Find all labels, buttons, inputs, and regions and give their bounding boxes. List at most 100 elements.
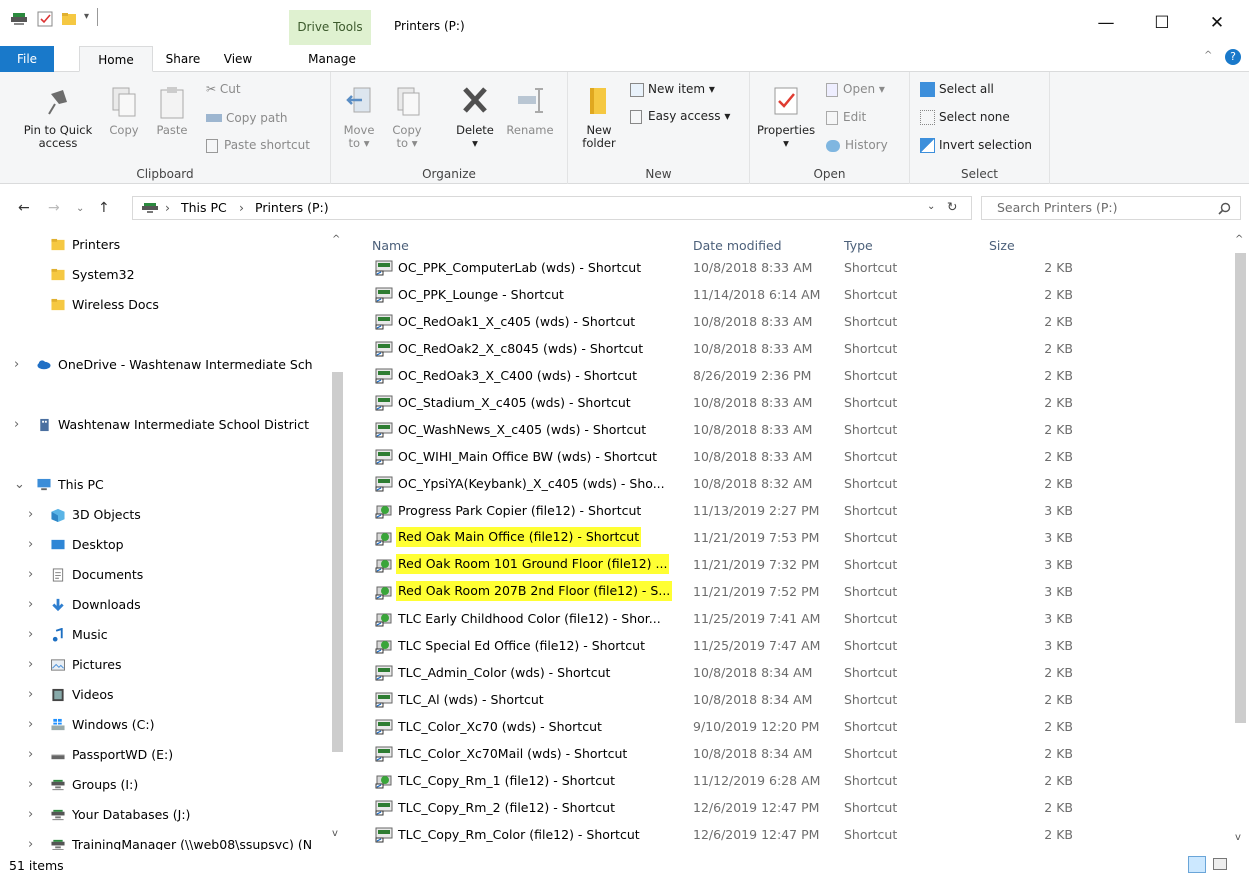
file-row[interactable]: OC_RedOak1_X_c405 (wds) - Shortcut 10/8/2… bbox=[345, 308, 1225, 335]
chevron-right-icon[interactable]: › bbox=[28, 800, 33, 830]
chevron-right-icon[interactable]: › bbox=[14, 410, 19, 440]
copy-button[interactable]: Copy bbox=[104, 84, 144, 137]
refresh-icon[interactable]: ↻ bbox=[947, 199, 957, 214]
file-row[interactable]: OC_Stadium_X_c405 (wds) - Shortcut 10/8/2… bbox=[345, 389, 1225, 416]
nav-item[interactable]: › Washtenaw Intermediate School District bbox=[0, 410, 342, 440]
paste-button[interactable]: Paste bbox=[150, 84, 194, 137]
chevron-right-icon[interactable]: › bbox=[28, 560, 33, 590]
nav-item[interactable]: Printers bbox=[0, 230, 342, 260]
file-row[interactable]: OC_PPK_ComputerLab (wds) - Shortcut 10/8/… bbox=[345, 254, 1225, 281]
nav-item[interactable]: ⌄ This PC bbox=[0, 470, 342, 500]
chevron-right-icon[interactable]: › bbox=[28, 650, 33, 680]
chevron-right-icon[interactable]: › bbox=[28, 680, 33, 710]
file-row[interactable]: OC_PPK_Lounge - Shortcut 11/14/2018 6:14 … bbox=[345, 281, 1225, 308]
rename-button[interactable]: Rename bbox=[503, 84, 557, 137]
nav-item[interactable]: › Documents bbox=[0, 560, 342, 590]
select-all-button[interactable]: Select all bbox=[920, 82, 994, 97]
select-none-button[interactable]: Select none bbox=[920, 110, 1010, 125]
file-row[interactable]: OC_WashNews_X_c405 (wds) - Shortcut 10/8/… bbox=[345, 416, 1225, 443]
new-item-button[interactable]: New item ▾ bbox=[630, 82, 715, 97]
scroll-up-icon[interactable]: ^ bbox=[1235, 234, 1243, 245]
new-folder-button[interactable]: New folder bbox=[572, 84, 626, 150]
move-to-button[interactable]: Move to ▾ bbox=[339, 84, 379, 150]
minimize-button[interactable]: — bbox=[1083, 8, 1129, 38]
drive-icon[interactable] bbox=[10, 10, 28, 28]
new-folder-icon[interactable] bbox=[60, 10, 78, 28]
chevron-right-icon[interactable]: › bbox=[28, 590, 33, 620]
chevron-right-icon[interactable]: › bbox=[28, 740, 33, 770]
scroll-up-icon[interactable]: ^ bbox=[332, 234, 340, 245]
chevron-right-icon[interactable]: › bbox=[28, 500, 33, 530]
nav-item[interactable]: › Pictures bbox=[0, 650, 342, 680]
tab-manage[interactable]: Manage bbox=[301, 46, 363, 72]
scroll-down-icon[interactable]: v bbox=[332, 828, 338, 839]
file-row[interactable]: OC_WIHI_Main Office BW (wds) - Shortcut 1… bbox=[345, 443, 1225, 470]
address-field[interactable]: › This PC › Printers (P:) ⌄ ↻ bbox=[132, 196, 972, 220]
tab-share[interactable]: Share bbox=[157, 46, 209, 72]
nav-item[interactable]: › 3D Objects bbox=[0, 500, 342, 530]
chevron-right-icon[interactable]: › bbox=[28, 830, 33, 850]
breadcrumb-printers[interactable]: Printers (P:) bbox=[255, 200, 329, 215]
customize-quick-access-icon[interactable]: ▾ bbox=[84, 11, 89, 22]
large-icons-view-icon[interactable] bbox=[1213, 858, 1227, 870]
breadcrumb-this-pc[interactable]: This PC bbox=[181, 200, 227, 215]
nav-item[interactable]: › Desktop bbox=[0, 530, 342, 560]
close-button[interactable]: ✕ bbox=[1194, 8, 1240, 38]
file-row[interactable]: Red Oak Room 101 Ground Floor (file12) .… bbox=[345, 551, 1225, 578]
chevron-right-icon[interactable]: › bbox=[28, 530, 33, 560]
scroll-down-icon[interactable]: v bbox=[1235, 832, 1241, 843]
scrollbar-thumb[interactable] bbox=[332, 372, 343, 752]
collapse-ribbon-icon[interactable]: ^ bbox=[1204, 50, 1212, 61]
invert-selection-button[interactable]: Invert selection bbox=[920, 138, 1032, 153]
history-button[interactable]: History bbox=[826, 138, 888, 152]
maximize-button[interactable]: ☐ bbox=[1139, 8, 1185, 38]
edit-button[interactable]: Edit bbox=[826, 110, 866, 125]
nav-item[interactable]: › Windows (C:) bbox=[0, 710, 342, 740]
column-header-type[interactable]: Type bbox=[844, 238, 873, 253]
copy-path-button[interactable]: Copy path bbox=[206, 111, 288, 125]
nav-item[interactable]: › Your Databases (J:) bbox=[0, 800, 342, 830]
file-row[interactable]: TLC_Copy_Rm_1 (file12) - Shortcut 11/12/2… bbox=[345, 767, 1225, 794]
scrollbar-thumb[interactable] bbox=[1235, 253, 1246, 723]
file-row[interactable]: Red Oak Main Office (file12) - Shortcut 1… bbox=[345, 524, 1225, 551]
recent-locations-icon[interactable]: ⌄ bbox=[76, 203, 84, 214]
file-row[interactable]: TLC_Copy_Rm_Color (file12) - Shortcut 12/… bbox=[345, 821, 1225, 848]
properties-button[interactable]: Properties ▾ bbox=[754, 84, 818, 150]
chevron-right-icon[interactable]: › bbox=[28, 710, 33, 740]
nav-item[interactable]: › Downloads bbox=[0, 590, 342, 620]
nav-item[interactable]: › OneDrive - Washtenaw Intermediate Sch bbox=[0, 350, 342, 380]
file-list-scrollbar[interactable]: ^ v bbox=[1232, 230, 1249, 850]
nav-item[interactable]: › TrainingManager (\\web08\ssupsvc) (N bbox=[0, 830, 342, 850]
nav-item[interactable]: › Groups (I:) bbox=[0, 770, 342, 800]
nav-item[interactable]: System32 bbox=[0, 260, 342, 290]
chevron-down-icon[interactable]: ⌄ bbox=[14, 470, 25, 500]
file-row[interactable]: TLC_Al (wds) - Shortcut 10/8/2018 8:34 AM… bbox=[345, 686, 1225, 713]
chevron-right-icon[interactable]: › bbox=[28, 770, 33, 800]
tab-view[interactable]: View bbox=[214, 46, 262, 72]
file-row[interactable]: TLC_Color_Xc70 (wds) - Shortcut 9/10/2019… bbox=[345, 713, 1225, 740]
file-row[interactable]: TLC_Color_Xc70Mail (wds) - Shortcut 10/8/… bbox=[345, 740, 1225, 767]
nav-item[interactable]: › Videos bbox=[0, 680, 342, 710]
navigation-scrollbar[interactable]: ^ v bbox=[328, 230, 345, 850]
nav-item[interactable]: Wireless Docs bbox=[0, 290, 342, 320]
tab-home[interactable]: Home bbox=[79, 46, 153, 72]
nav-item[interactable]: › Music bbox=[0, 620, 342, 650]
chevron-right-icon[interactable]: › bbox=[28, 620, 33, 650]
nav-item[interactable]: › PassportWD (E:) bbox=[0, 740, 342, 770]
file-row[interactable]: TLC_Copy_Rm_2 (file12) - Shortcut 12/6/20… bbox=[345, 794, 1225, 821]
tab-file[interactable]: File bbox=[0, 46, 54, 72]
chevron-right-icon[interactable]: › bbox=[14, 350, 19, 380]
file-row[interactable]: TLC_Admin_Color (wds) - Shortcut 10/8/201… bbox=[345, 659, 1225, 686]
file-row[interactable]: Red Oak Room 207B 2nd Floor (file12) - S… bbox=[345, 578, 1225, 605]
file-row[interactable]: OC_YpsiYA(Keybank)_X_c405 (wds) - Sho...… bbox=[345, 470, 1225, 497]
file-row[interactable]: TLC Early Childhood Color (file12) - Sho… bbox=[345, 605, 1225, 632]
file-row[interactable]: OC_RedOak2_X_c8045 (wds) - Shortcut 10/8/… bbox=[345, 335, 1225, 362]
column-header-size[interactable]: Size bbox=[989, 238, 1015, 253]
search-field[interactable]: Search Printers (P:) bbox=[981, 196, 1241, 220]
up-arrow-icon[interactable]: ↑ bbox=[98, 200, 110, 216]
help-icon[interactable]: ? bbox=[1225, 49, 1241, 65]
file-row[interactable]: OC_RedOak3_X_C400 (wds) - Shortcut 8/26/2… bbox=[345, 362, 1225, 389]
cut-button[interactable]: ✂ Cut bbox=[206, 82, 241, 96]
pin-to-quick-access-button[interactable]: Pin to Quick access bbox=[16, 84, 100, 150]
paste-shortcut-button[interactable]: Paste shortcut bbox=[206, 138, 310, 153]
